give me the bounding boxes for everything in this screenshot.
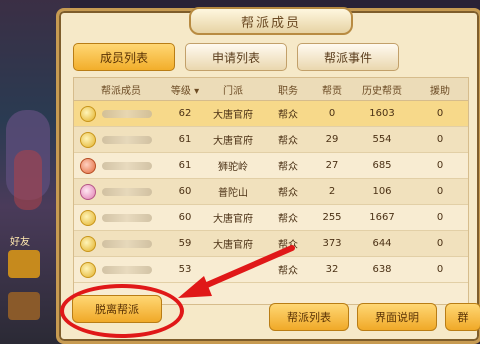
annotation-arrow: [178, 245, 295, 298]
